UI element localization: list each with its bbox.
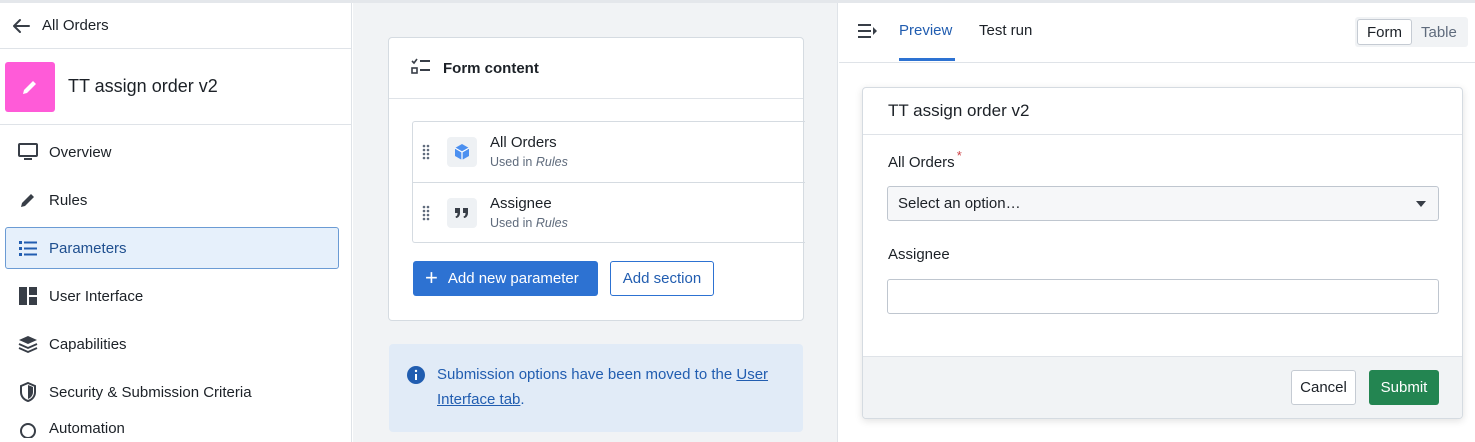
arrow-left-icon: [13, 18, 30, 33]
list-icon: [17, 237, 39, 259]
field-label-all-orders: All Orders *: [888, 148, 962, 171]
sidebar-item-rules[interactable]: Rules: [5, 179, 339, 221]
checklist-icon: [411, 57, 431, 79]
action-badge: [5, 61, 55, 112]
preview-tabs: Preview Test run Form Table: [839, 3, 1475, 63]
form-footer: Cancel Submit: [863, 356, 1462, 418]
field-label-assignee: Assignee: [888, 246, 950, 263]
drag-handle-icon[interactable]: [419, 144, 433, 160]
tab-preview[interactable]: Preview: [899, 22, 952, 39]
cube-icon: [447, 137, 477, 167]
assignee-input[interactable]: [887, 279, 1439, 314]
pencil-icon: [17, 189, 39, 211]
required-mark: *: [956, 148, 962, 163]
back-link[interactable]: All Orders: [0, 3, 351, 49]
form-content-title: Form content: [443, 59, 539, 77]
parameter-usage: Used in Rules: [490, 215, 568, 230]
form-content-card: Form content All Orders Used in Rules As…: [388, 37, 805, 321]
automation-icon: [17, 420, 39, 438]
caret-down-icon: [1416, 201, 1426, 207]
sidebar-item-overview[interactable]: Overview: [5, 131, 339, 173]
layers-icon: [17, 333, 39, 355]
sidebar-item-label: Overview: [49, 143, 112, 161]
shield-icon: [17, 381, 39, 403]
sidebar-item-capabilities[interactable]: Capabilities: [5, 323, 339, 365]
parameter-list: All Orders Used in Rules Assignee Used i…: [412, 121, 805, 243]
parameter-name: All Orders: [490, 134, 557, 151]
active-tab-indicator: [899, 58, 955, 61]
parameter-usage: Used in Rules: [490, 155, 568, 169]
quote-icon: [447, 197, 477, 228]
back-link-label: All Orders: [42, 17, 109, 34]
view-table-button[interactable]: Table: [1412, 19, 1466, 45]
sidebar-item-security[interactable]: Security & Submission Criteria: [5, 371, 339, 413]
preview-form: TT assign order v2 All Orders * Select an…: [862, 87, 1463, 419]
info-callout: Submission options have been moved to th…: [389, 344, 803, 432]
drag-handle-icon[interactable]: [419, 205, 433, 221]
user-interface-link[interactable]: User: [736, 366, 768, 383]
callout-suffix: .: [520, 391, 525, 408]
form-title: TT assign order v2: [863, 88, 1462, 135]
plus-icon: +: [425, 264, 438, 290]
editor-panel: Form content All Orders Used in Rules As…: [353, 3, 838, 442]
parameter-row[interactable]: Assignee Used in Rules: [413, 182, 805, 242]
user-interface-link-cont[interactable]: Interface tab: [437, 391, 520, 408]
sidebar-item-label: User Interface: [49, 287, 144, 305]
sidebar-item-parameters[interactable]: Parameters: [5, 227, 339, 269]
submit-button[interactable]: Submit: [1369, 370, 1439, 405]
parameter-name: Assignee: [490, 194, 552, 212]
sidebar-nav: Overview Rules Parameters User Interface…: [0, 131, 351, 439]
sidebar-item-automation[interactable]: Automation: [5, 419, 339, 439]
monitor-icon: [17, 141, 39, 163]
add-parameter-label: Add new parameter: [447, 270, 579, 287]
parameter-row[interactable]: All Orders Used in Rules: [413, 122, 805, 182]
all-orders-select[interactable]: Select an option…: [887, 186, 1439, 221]
callout-text: Submission options have been moved to th…: [437, 366, 737, 383]
info-icon: [407, 366, 425, 392]
sidebar-item-label: Security & Submission Criteria: [49, 383, 252, 401]
action-title: TT assign order v2: [68, 76, 218, 96]
select-placeholder: Select an option…: [898, 195, 1021, 212]
sidebar-item-label: Parameters: [49, 239, 127, 257]
layout-icon: [17, 285, 39, 307]
view-toggle: Form Table: [1355, 17, 1468, 47]
pencil-icon: [23, 80, 36, 94]
add-section-button[interactable]: Add section: [610, 261, 714, 296]
sidebar-item-user-interface[interactable]: User Interface: [5, 275, 339, 317]
cancel-button[interactable]: Cancel: [1291, 370, 1356, 405]
preview-panel: Preview Test run Form Table TT assign or…: [839, 3, 1475, 442]
sidebar-item-label: Capabilities: [49, 335, 127, 353]
sidebar-item-label: Automation: [49, 420, 125, 437]
tab-test-run[interactable]: Test run: [979, 22, 1032, 39]
view-form-button[interactable]: Form: [1357, 19, 1412, 45]
action-title-bar: TT assign order v2: [0, 49, 351, 125]
collapse-menu-icon[interactable]: [858, 22, 878, 44]
sidebar-item-label: Rules: [49, 191, 88, 209]
add-parameter-button[interactable]: + Add new parameter: [413, 261, 598, 296]
form-content-header: Form content: [389, 38, 803, 99]
sidebar: All Orders TT assign order v2 Overview R…: [0, 3, 352, 442]
